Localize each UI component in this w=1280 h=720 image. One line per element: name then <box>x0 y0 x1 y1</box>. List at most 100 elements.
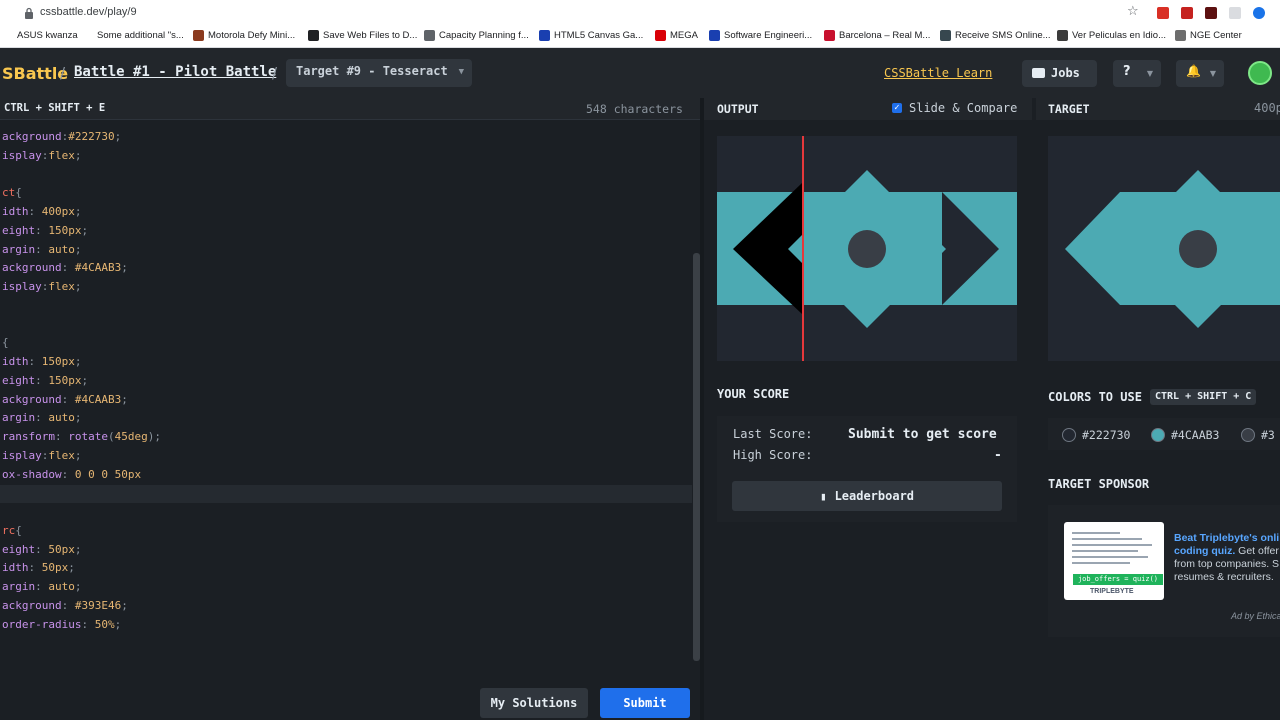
slide-compare-checkbox[interactable]: ✓ <box>892 103 902 113</box>
target-title: TARGET <box>1048 102 1090 116</box>
sponsor-brand: TRIPLEBYTE <box>1090 588 1134 595</box>
slide-compare-label[interactable]: Slide & Compare <box>909 101 1017 115</box>
bookmark-label: MEGA <box>670 30 698 41</box>
bell-icon: 🔔 <box>1186 64 1201 78</box>
extension-icon[interactable] <box>1157 7 1169 19</box>
bookmark-favicon-icon <box>655 30 666 41</box>
app-header: SBattle / Battle #1 - Pilot Battle / Tar… <box>0 48 1280 98</box>
code-line[interactable]: ackground:#222730; <box>2 128 121 145</box>
color-swatch[interactable]: #4CAAB3 <box>1151 428 1219 442</box>
code-line[interactable]: ox-shadow: 0 0 0 50px <box>2 466 141 483</box>
color-hex-label: #222730 <box>1082 428 1131 442</box>
code-line[interactable]: isplay:flex; <box>2 147 82 164</box>
target-select-dropdown[interactable]: Target #9 - Tesseract ▼ <box>286 59 472 87</box>
bookmark-item[interactable]: NGE Center <box>1175 30 1242 41</box>
code-token: ; <box>154 430 161 443</box>
output-render <box>717 170 1017 328</box>
code-line[interactable]: eight: 150px; <box>2 372 88 389</box>
code-line[interactable]: idth: 50px; <box>2 559 75 576</box>
chevron-down-icon: ▼ <box>1146 69 1153 78</box>
editor-scrollbar[interactable] <box>693 253 700 661</box>
code-token: : <box>28 205 42 218</box>
bookmark-label: HTML5 Canvas Ga... <box>554 30 644 41</box>
code-line[interactable]: eight: 150px; <box>2 222 88 239</box>
code-line[interactable]: ackground: #4CAAB3; <box>2 259 128 276</box>
bookmark-item[interactable]: HTML5 Canvas Ga... <box>539 30 643 41</box>
bookmark-label: ASUS kwanza <box>17 30 78 41</box>
extension-icon[interactable] <box>1181 7 1193 19</box>
panel-resize-handle[interactable] <box>700 98 704 720</box>
code-line[interactable]: ct{ <box>2 184 22 201</box>
code-line[interactable]: argin: auto; <box>2 409 82 426</box>
lock-icon <box>25 7 33 19</box>
code-token: 50% <box>94 617 115 631</box>
code-token: : <box>35 580 49 593</box>
user-avatar[interactable] <box>1248 61 1272 85</box>
submit-button[interactable]: Submit <box>600 688 690 718</box>
jobs-label: Jobs <box>1051 66 1080 80</box>
center-circle <box>848 230 886 268</box>
bookmark-item[interactable]: Software Engineeri... <box>709 30 812 41</box>
code-line[interactable]: order-radius: 50%; <box>2 616 121 633</box>
bookmark-item[interactable]: MEGA <box>655 30 698 41</box>
code-token: : <box>81 617 95 631</box>
code-token: : <box>35 373 49 387</box>
color-hex-label: #3 <box>1261 428 1275 442</box>
output-canvas[interactable] <box>717 136 1017 361</box>
bookmark-item[interactable]: Capacity Planning f... <box>424 30 529 41</box>
extension-icon[interactable] <box>1253 7 1265 19</box>
code-token: idth <box>2 205 29 218</box>
character-count: 548 characters <box>586 102 683 116</box>
code-token: ; <box>121 261 128 275</box>
my-solutions-button[interactable]: My Solutions <box>480 688 588 718</box>
learn-link[interactable]: CSSBattle Learn <box>884 66 992 80</box>
bookmark-item[interactable]: Some additional "s... <box>82 30 184 41</box>
sponsor-image[interactable]: job_offers = quiz() TRIPLEBYTE <box>1064 522 1164 600</box>
app-logo[interactable]: SBattle <box>2 64 68 83</box>
code-line[interactable]: isplay:flex; <box>2 447 82 464</box>
bookmark-label: Software Engineeri... <box>724 30 813 41</box>
code-line[interactable]: argin: auto; <box>2 578 82 595</box>
bookmark-star-icon[interactable]: ☆ <box>1127 4 1139 19</box>
bookmark-item[interactable]: Ver Peliculas en Idio... <box>1057 30 1166 41</box>
code-line[interactable]: ackground: #393E46; <box>2 597 128 614</box>
leaderboard-label: Leaderboard <box>834 489 915 503</box>
code-token: ; <box>74 580 82 593</box>
leaderboard-button[interactable]: ▮ Leaderboard <box>732 481 1002 511</box>
breadcrumb-battle-link[interactable]: Battle #1 - Pilot Battle <box>74 64 276 80</box>
last-score-label: Last Score: <box>733 427 813 441</box>
code-line[interactable]: eight: 50px; <box>2 541 82 558</box>
ad-attribution[interactable]: Ad by Ethica <box>1231 611 1280 621</box>
code-token: ackground <box>2 392 62 406</box>
bookmark-item[interactable]: Receive SMS Online... <box>940 30 1051 41</box>
color-swatch[interactable]: #222730 <box>1062 428 1130 442</box>
slide-compare-handle[interactable] <box>802 136 804 361</box>
last-score-value: Submit to get score <box>848 427 997 442</box>
code-line[interactable]: argin: auto; <box>2 241 82 258</box>
extension-icon[interactable] <box>1229 7 1241 19</box>
bookmark-item[interactable]: Motorola Defy Mini... <box>193 30 295 41</box>
code-line[interactable]: idth: 150px; <box>2 353 82 370</box>
extension-icon[interactable] <box>1205 7 1217 19</box>
url-text[interactable]: cssbattle.dev/play/9 <box>40 6 137 18</box>
code-token: 150px <box>41 355 75 368</box>
code-line[interactable]: ackground: #4CAAB3; <box>2 391 128 408</box>
code-line[interactable]: rc{ <box>2 522 22 539</box>
code-line[interactable]: { <box>2 334 9 351</box>
browser-url-bar[interactable]: cssbattle.dev/play/9 ☆ <box>0 0 1280 26</box>
bookmark-item[interactable]: ASUS kwanza <box>2 30 78 41</box>
code-line[interactable]: isplay:flex; <box>2 278 82 295</box>
code-line[interactable]: ransform: rotate(45deg); <box>2 428 161 445</box>
color-swatch[interactable]: #3 <box>1241 428 1275 442</box>
high-score-label: High Score: <box>733 448 813 462</box>
bookmark-item[interactable]: Save Web Files to D... <box>308 30 417 41</box>
code-token: 50px <box>48 542 75 556</box>
code-editor[interactable]: ackground:#222730; isplay:flex; ct{ idth: 4… <box>0 120 700 682</box>
bookmarks-bar: ASUS kwanza Some additional "s... Motorola… <box>0 26 1280 48</box>
code-line[interactable]: idth: 400px; <box>2 203 82 220</box>
help-menu-button[interactable]: ? ▼ <box>1113 60 1161 87</box>
jobs-button[interactable]: Jobs <box>1022 60 1097 87</box>
sponsor-text[interactable]: Beat Triplebyte's onli coding quiz. Get … <box>1174 532 1280 584</box>
notifications-button[interactable]: 🔔 ▼ <box>1176 60 1224 87</box>
bookmark-item[interactable]: Barcelona – Real M... <box>824 30 930 41</box>
